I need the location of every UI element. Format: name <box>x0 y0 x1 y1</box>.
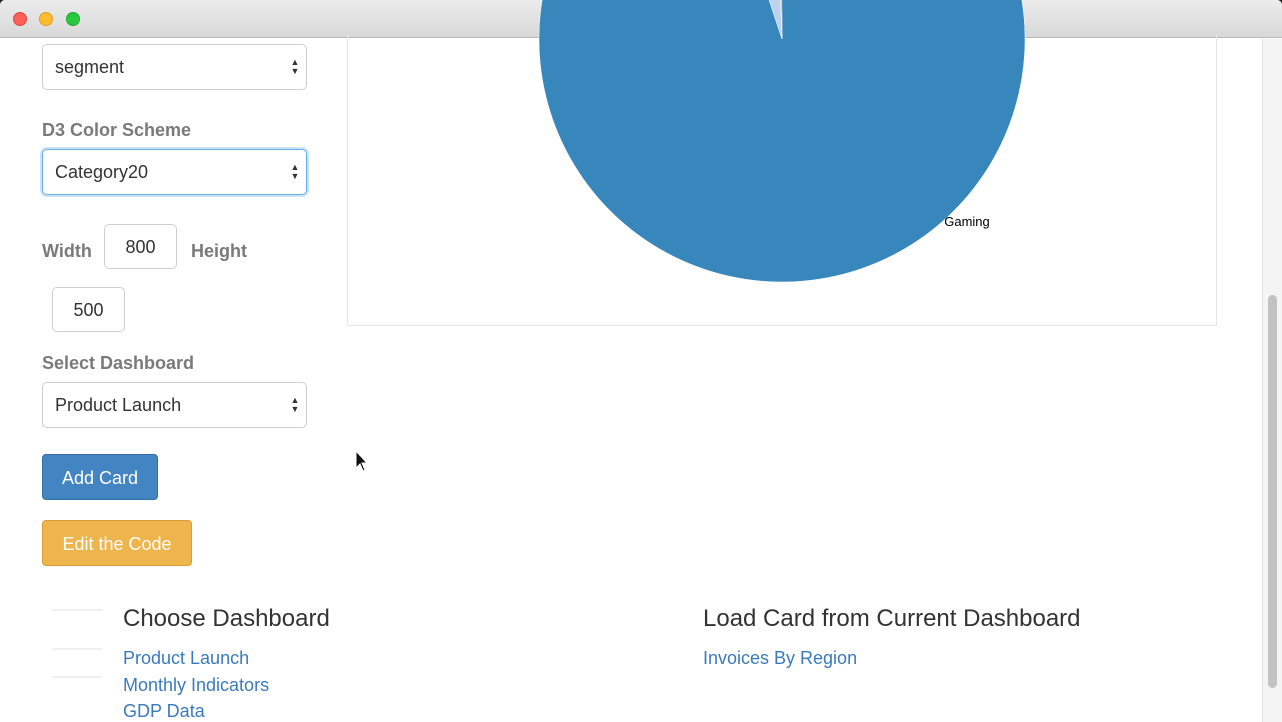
dashboard-select[interactable]: Product Launch ▲ ▼ <box>42 382 307 428</box>
select-dashboard-label: Select Dashboard <box>42 353 195 373</box>
scrollbar-thumb[interactable] <box>1268 295 1277 688</box>
segment-select-value: segment <box>55 57 125 77</box>
height-input[interactable]: 500 <box>52 287 125 332</box>
dashboard-select-value: Product Launch <box>55 395 182 415</box>
vertical-scrollbar[interactable] <box>1262 39 1282 722</box>
height-label: Height <box>191 241 247 261</box>
drag-handle <box>52 648 102 650</box>
drag-handle <box>52 676 102 678</box>
color-scheme-value: Category20 <box>55 162 149 182</box>
pie-chart: Gaming <box>538 0 1026 283</box>
color-scheme-label: D3 Color Scheme <box>42 120 192 140</box>
card-link-invoices-by-region[interactable]: Invoices By Region <box>703 648 857 669</box>
load-card-heading: Load Card from Current Dashboard <box>703 605 1081 632</box>
width-label: Width <box>42 241 92 261</box>
pie-slice-gaming <box>538 0 1026 283</box>
edit-code-button[interactable]: Edit the Code <box>42 520 192 566</box>
choose-dashboard-heading: Choose Dashboard <box>123 605 330 632</box>
segment-select[interactable]: segment ▲ ▼ <box>42 44 307 90</box>
add-card-button[interactable]: Add Card <box>42 454 158 500</box>
dashboard-link-gdp-data[interactable]: GDP Data <box>123 701 205 722</box>
app-window: dataLab segment ▲▼ D3 Color Scheme Categ… <box>0 0 1282 722</box>
drag-handle <box>52 609 102 611</box>
dashboard-link-product-launch[interactable]: Product Launch <box>123 648 249 669</box>
dashboard-link-monthly-indicators[interactable]: Monthly Indicators <box>123 675 269 696</box>
color-scheme-select[interactable]: Category20 ▲ ▼ <box>42 149 307 195</box>
pie-label-gaming: Gaming <box>944 214 990 229</box>
page-content: segment ▲ ▼ D3 Color Scheme Category20 ▲ ▼… <box>0 0 1262 722</box>
select-arrows-icon: ▲ ▼ <box>290 162 300 181</box>
select-arrows-icon: ▲ ▼ <box>290 395 300 414</box>
mouse-cursor-icon <box>355 450 369 472</box>
select-arrows-icon: ▲ ▼ <box>290 57 300 76</box>
width-input[interactable]: 800 <box>104 224 177 269</box>
